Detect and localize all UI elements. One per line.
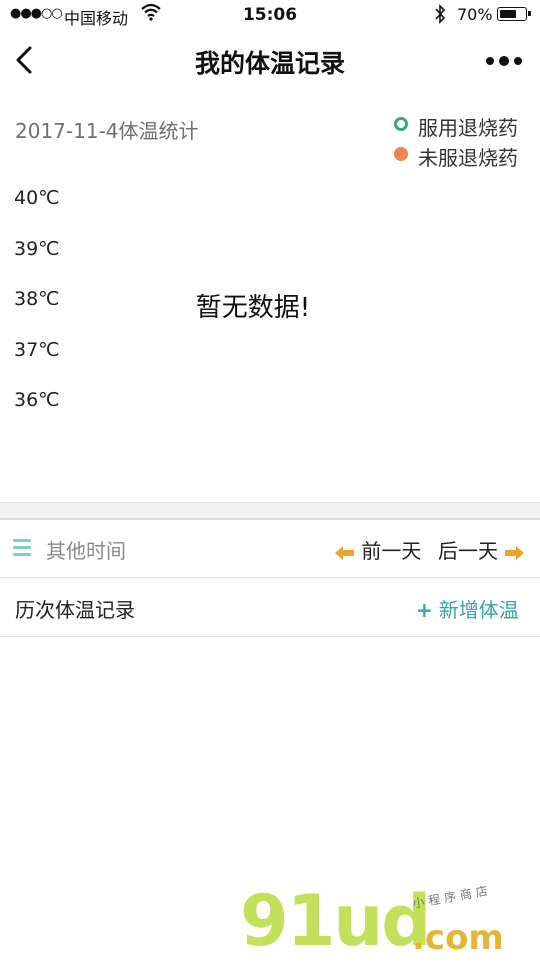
more-dots-icon[interactable] (480, 48, 528, 74)
battery-fill (499, 9, 517, 18)
watermark-main-text: 91ud (240, 880, 431, 962)
ring-marker-icon (394, 117, 408, 131)
bluetooth-icon (435, 4, 446, 24)
plus-icon: + (416, 598, 433, 622)
battery-icon (497, 7, 531, 21)
menu-icon[interactable] (13, 539, 31, 556)
empty-data-message: 暂无数据! (195, 293, 311, 323)
axis-tick-label: 37℃ (14, 338, 60, 361)
watermark-logo: 91ud 小程序商店 .com (240, 882, 540, 960)
section-divider (0, 502, 540, 520)
axis-tick-label: 39℃ (14, 237, 60, 260)
legend-label: 未服退烧药 (418, 146, 518, 170)
prev-day-button[interactable]: 前一天 (335, 535, 421, 564)
stats-date-label: 2017-11-4体温统计 (15, 119, 199, 143)
legend-label: 服用退烧药 (418, 116, 518, 140)
arrow-right-icon (505, 546, 525, 560)
axis-tick-label: 36℃ (14, 389, 60, 411)
next-day-button[interactable]: 后一天 (438, 535, 525, 564)
history-records-link[interactable]: 历次体温记录 (15, 594, 135, 623)
axis-tick-label: 40℃ (14, 187, 60, 209)
next-day-label: 后一天 (438, 539, 498, 563)
arrow-left-icon (335, 546, 354, 560)
other-time-button[interactable]: 其他时间 (46, 535, 126, 564)
status-bar: ●●●○○ 中国移动 15:06 70% (0, 0, 540, 30)
add-temperature-label: 新增体温 (438, 598, 519, 622)
date-navigation-row: 其他时间 前一天 后一天 (0, 519, 540, 578)
prev-day-label: 前一天 (361, 539, 422, 563)
dot-marker-icon (394, 147, 408, 161)
page-title: 我的体温记录 (194, 49, 345, 78)
history-row: 历次体温记录 + 新增体温 (0, 578, 540, 637)
watermark-com-text: .com (412, 918, 504, 958)
nav-bar: 我的体温记录 (0, 30, 540, 92)
add-temperature-button[interactable]: + 新增体温 (416, 594, 519, 623)
battery-percent: 70% (457, 5, 493, 24)
